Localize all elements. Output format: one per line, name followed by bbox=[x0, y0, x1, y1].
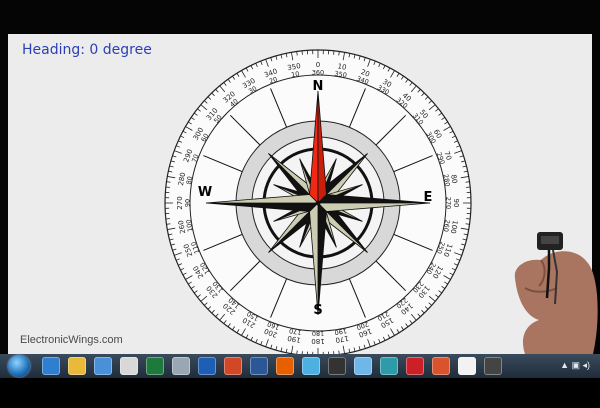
east-label: E bbox=[424, 190, 433, 205]
bottom-black-border bbox=[0, 378, 600, 408]
app-icon[interactable] bbox=[458, 357, 476, 375]
paint-icon[interactable] bbox=[302, 357, 320, 375]
dial-tick bbox=[296, 51, 298, 56]
west-label: W bbox=[198, 185, 212, 200]
reverse-degree-label: 180 bbox=[312, 330, 324, 338]
media-player-icon[interactable] bbox=[94, 357, 112, 375]
south-label: S bbox=[313, 303, 322, 318]
dial-tick bbox=[465, 181, 470, 183]
windows-start-orb-icon[interactable] bbox=[8, 355, 30, 377]
outlook-icon[interactable] bbox=[198, 357, 216, 375]
calculator-icon[interactable] bbox=[172, 357, 190, 375]
processing-icon[interactable] bbox=[328, 357, 346, 375]
app-icon[interactable] bbox=[432, 357, 450, 375]
notepad-icon[interactable] bbox=[354, 357, 372, 375]
north-label: N bbox=[313, 79, 324, 94]
camera-frame: Heading: 0 degree 0 360 10 350 20 340 30 330 40 3… bbox=[0, 0, 600, 408]
dial-tick bbox=[166, 223, 171, 225]
reverse-degree-label: 80 bbox=[185, 176, 194, 186]
explorer-icon[interactable] bbox=[68, 357, 86, 375]
center-pin bbox=[315, 200, 321, 206]
dial-tick bbox=[465, 223, 470, 225]
ie-icon[interactable] bbox=[42, 357, 60, 375]
chrome-icon[interactable] bbox=[120, 357, 138, 375]
hand-holding-sensor bbox=[514, 232, 598, 354]
reverse-degree-label: 270 bbox=[445, 197, 453, 209]
powerpoint-icon[interactable] bbox=[224, 357, 242, 375]
arduino-icon[interactable] bbox=[380, 357, 398, 375]
reverse-degree-label: 360 bbox=[312, 69, 324, 77]
system-tray[interactable]: ▲ ▣ ◂) bbox=[560, 360, 590, 371]
excel-icon[interactable] bbox=[146, 357, 164, 375]
pinterest-icon[interactable] bbox=[406, 357, 424, 375]
dial-tick bbox=[166, 181, 171, 183]
reverse-degree-label: 10 bbox=[291, 70, 301, 79]
dial-tick bbox=[338, 51, 340, 56]
watermark-text: ElectronicWings.com bbox=[20, 334, 123, 346]
media-icon[interactable] bbox=[484, 357, 502, 375]
reverse-degree-label: 90 bbox=[184, 199, 192, 207]
word-icon[interactable] bbox=[250, 357, 268, 375]
firefox-icon[interactable] bbox=[276, 357, 294, 375]
